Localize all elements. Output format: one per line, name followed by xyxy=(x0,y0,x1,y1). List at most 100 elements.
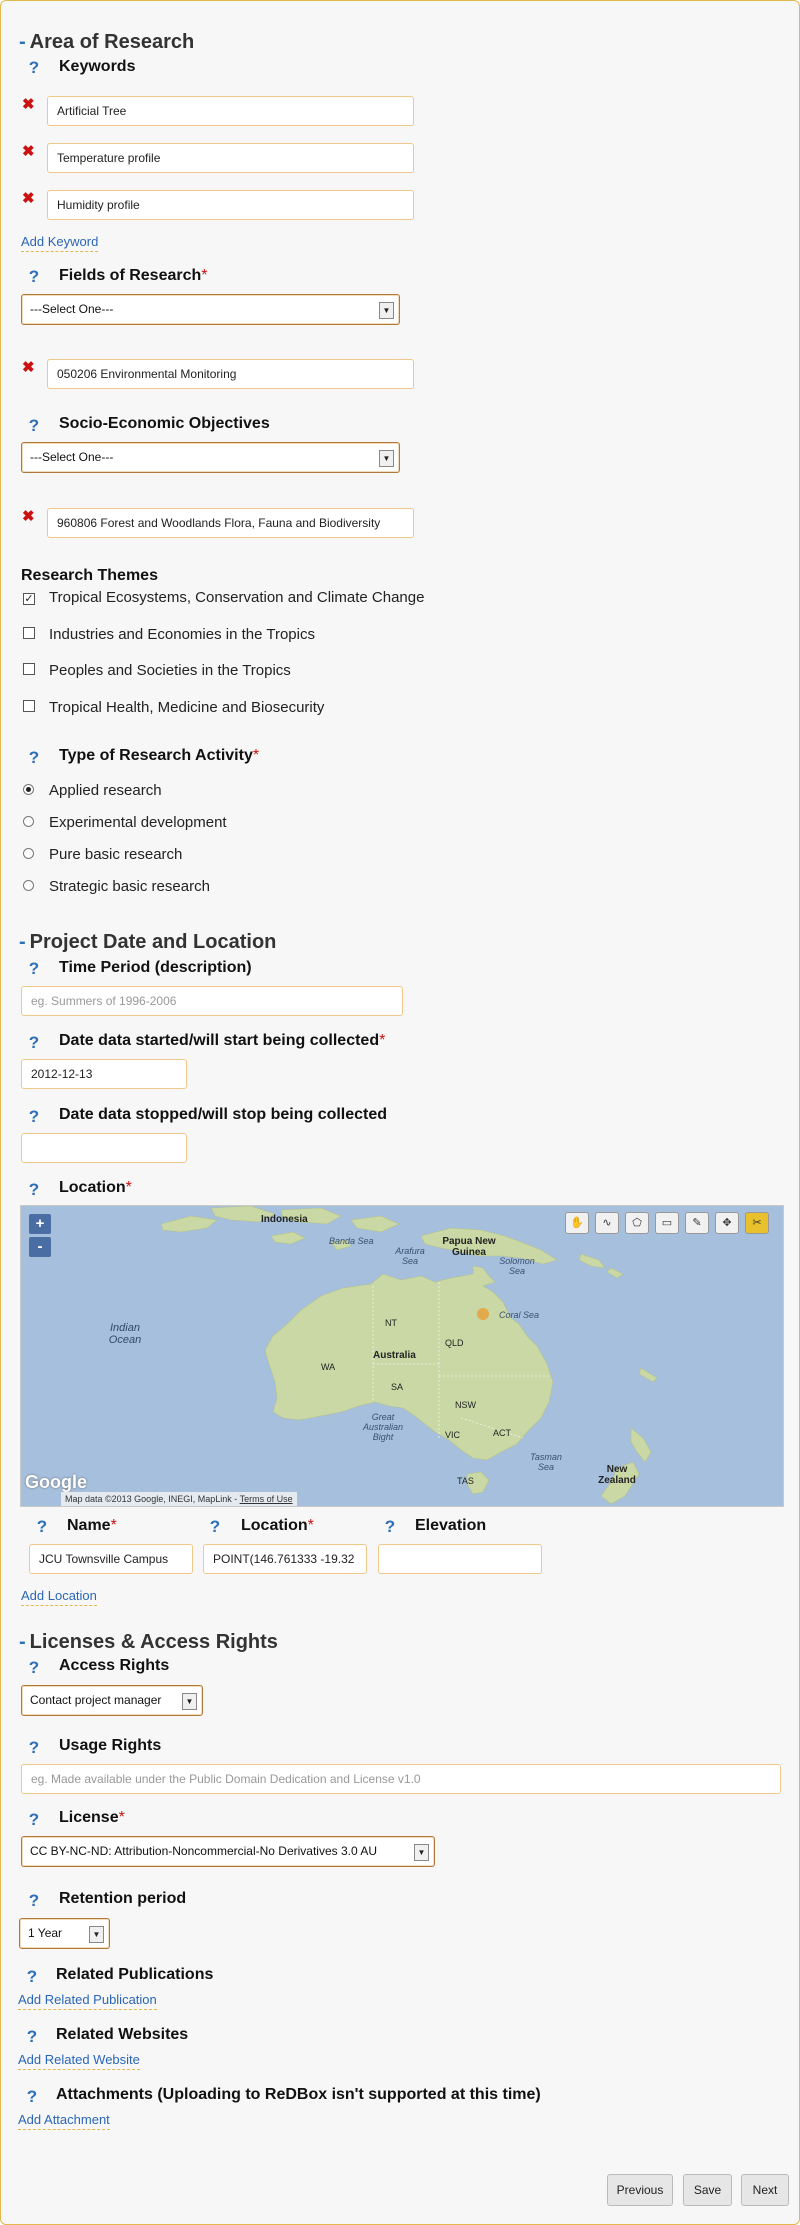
remove-seo-icon[interactable]: ✖ xyxy=(22,507,35,525)
section-title: Licenses & Access Rights xyxy=(29,1631,278,1653)
remove-keyword-icon[interactable]: ✖ xyxy=(22,95,35,113)
checkbox[interactable] xyxy=(23,663,35,675)
add-keyword-link[interactable]: Add Keyword xyxy=(21,234,99,252)
help-icon[interactable]: ? xyxy=(27,1738,41,1758)
radio[interactable] xyxy=(23,848,34,859)
activity-option[interactable]: Pure basic research xyxy=(23,846,182,863)
section-header-project[interactable]: - Project Date and Location xyxy=(19,931,276,954)
theme-option[interactable]: ✓ Tropical Ecosystems, Conservation and C… xyxy=(23,589,424,606)
section-title: Project Date and Location xyxy=(29,931,277,953)
draw-path-icon[interactable]: ∿ xyxy=(595,1212,619,1234)
radio-selected[interactable] xyxy=(23,784,34,795)
map-label: SA xyxy=(391,1382,404,1392)
required-mark: * xyxy=(125,1179,132,1196)
terms-of-use-link[interactable]: Terms of Use xyxy=(240,1494,293,1504)
date-stopped-input[interactable] xyxy=(21,1133,187,1163)
fields-of-research-select[interactable]: ---Select One--- ▼ xyxy=(21,294,400,325)
help-icon[interactable]: ? xyxy=(27,1180,41,1200)
add-related-website-link[interactable]: Add Related Website xyxy=(18,2052,140,2070)
zoom-out-button[interactable]: - xyxy=(29,1237,51,1257)
radio[interactable] xyxy=(23,880,34,891)
remove-keyword-icon[interactable]: ✖ xyxy=(22,142,35,160)
help-icon[interactable]: ? xyxy=(27,1033,41,1053)
select-value: Contact project manager xyxy=(30,1693,162,1707)
theme-option[interactable]: Peoples and Societies in the Tropics xyxy=(23,662,291,679)
retention-select[interactable]: 1 Year ▼ xyxy=(19,1918,110,1949)
seo-value-input[interactable]: 960806 Forest and Woodlands Flora, Fauna… xyxy=(47,508,414,538)
activity-option[interactable]: Strategic basic research xyxy=(23,878,210,895)
edit-icon[interactable]: ✎ xyxy=(685,1212,709,1234)
help-icon[interactable]: ? xyxy=(35,1517,49,1537)
activity-option[interactable]: Experimental development xyxy=(23,814,227,831)
label-text: Fields of Research xyxy=(59,267,202,284)
hand-icon[interactable]: ✋ xyxy=(565,1212,589,1234)
delete-icon[interactable]: ✂ xyxy=(745,1212,769,1234)
time-period-input[interactable]: eg. Summers of 1996-2006 xyxy=(21,986,403,1016)
add-related-publication-link[interactable]: Add Related Publication xyxy=(18,1992,157,2010)
help-icon[interactable]: ? xyxy=(25,2087,39,2107)
map-label: Indonesia xyxy=(261,1214,308,1225)
help-icon[interactable]: ? xyxy=(27,748,41,768)
checkbox[interactable] xyxy=(23,627,35,639)
usage-rights-label: Usage Rights xyxy=(59,1737,162,1754)
zoom-in-button[interactable]: + xyxy=(29,1214,51,1234)
add-location-link[interactable]: Add Location xyxy=(21,1588,97,1606)
remove-for-icon[interactable]: ✖ xyxy=(22,358,35,376)
date-started-input[interactable]: 2012-12-13 xyxy=(21,1059,187,1089)
next-button[interactable]: Next xyxy=(741,2174,789,2206)
label-text: Date data started/will start being colle… xyxy=(59,1032,380,1049)
access-rights-select[interactable]: Contact project manager ▼ xyxy=(21,1685,203,1716)
help-icon[interactable]: ? xyxy=(27,267,41,287)
keyword-input[interactable]: Artificial Tree xyxy=(47,96,414,126)
map-label: Indian Ocean xyxy=(108,1322,142,1346)
draw-polygon-icon[interactable]: ⬠ xyxy=(625,1212,649,1234)
location-coords-input[interactable]: POINT(146.761333 -19.32 xyxy=(203,1544,367,1574)
help-icon[interactable]: ? xyxy=(25,1967,39,1987)
section-header-area[interactable]: - Area of Research xyxy=(19,31,194,54)
checkbox[interactable] xyxy=(23,700,35,712)
access-rights-label: Access Rights xyxy=(59,1657,170,1674)
help-icon[interactable]: ? xyxy=(27,416,41,436)
activity-option[interactable]: Applied research xyxy=(23,782,162,799)
help-icon[interactable]: ? xyxy=(25,2027,39,2047)
license-select[interactable]: CC BY-NC-ND: Attribution-Noncommercial-N… xyxy=(21,1836,435,1867)
move-icon[interactable]: ✥ xyxy=(715,1212,739,1234)
map-label: Australia xyxy=(373,1350,416,1361)
checkbox-checked[interactable]: ✓ xyxy=(23,593,35,605)
help-icon[interactable]: ? xyxy=(27,1810,41,1830)
save-button[interactable]: Save xyxy=(683,2174,732,2206)
help-icon[interactable]: ? xyxy=(208,1517,222,1537)
elevation-input[interactable] xyxy=(378,1544,542,1574)
theme-option[interactable]: Tropical Health, Medicine and Biosecurit… xyxy=(23,699,324,716)
option-label: Peoples and Societies in the Tropics xyxy=(49,662,291,679)
location-name-input[interactable]: JCU Townsville Campus xyxy=(29,1544,193,1574)
attachments-label: Attachments (Uploading to ReDBox isn't s… xyxy=(56,2086,541,2103)
help-icon[interactable]: ? xyxy=(27,1107,41,1127)
seo-label: Socio-Economic Objectives xyxy=(59,415,270,432)
for-value-input[interactable]: 050206 Environmental Monitoring xyxy=(47,359,414,389)
map-label: QLD xyxy=(445,1338,464,1348)
select-value: 1 Year xyxy=(28,1926,63,1940)
help-icon[interactable]: ? xyxy=(27,959,41,979)
map-label: Coral Sea xyxy=(499,1310,540,1320)
keyword-input[interactable]: Humidity profile xyxy=(47,190,414,220)
add-attachment-link[interactable]: Add Attachment xyxy=(18,2112,110,2130)
draw-box-icon[interactable]: ▭ xyxy=(655,1212,679,1234)
help-icon[interactable]: ? xyxy=(27,58,41,78)
section-header-licenses[interactable]: - Licenses & Access Rights xyxy=(19,1631,278,1654)
usage-rights-input[interactable]: eg. Made available under the Public Doma… xyxy=(21,1764,781,1794)
option-label: Experimental development xyxy=(49,814,227,831)
help-icon[interactable]: ? xyxy=(383,1517,397,1537)
radio[interactable] xyxy=(23,816,34,827)
seo-select[interactable]: ---Select One--- ▼ xyxy=(21,442,400,473)
previous-button[interactable]: Previous xyxy=(607,2174,673,2206)
location-label: Location* xyxy=(59,1179,132,1197)
required-mark: * xyxy=(201,267,208,284)
help-icon[interactable]: ? xyxy=(27,1891,41,1911)
option-label: Tropical Health, Medicine and Biosecurit… xyxy=(49,699,325,716)
keyword-input[interactable]: Temperature profile xyxy=(47,143,414,173)
theme-option[interactable]: Industries and Economies in the Tropics xyxy=(23,626,315,643)
location-map[interactable]: + - ✋ ∿ ⬠ ▭ ✎ ✥ ✂ Indonesia Banda Sea Arafura … xyxy=(20,1205,784,1507)
remove-keyword-icon[interactable]: ✖ xyxy=(22,189,35,207)
help-icon[interactable]: ? xyxy=(27,1658,41,1678)
